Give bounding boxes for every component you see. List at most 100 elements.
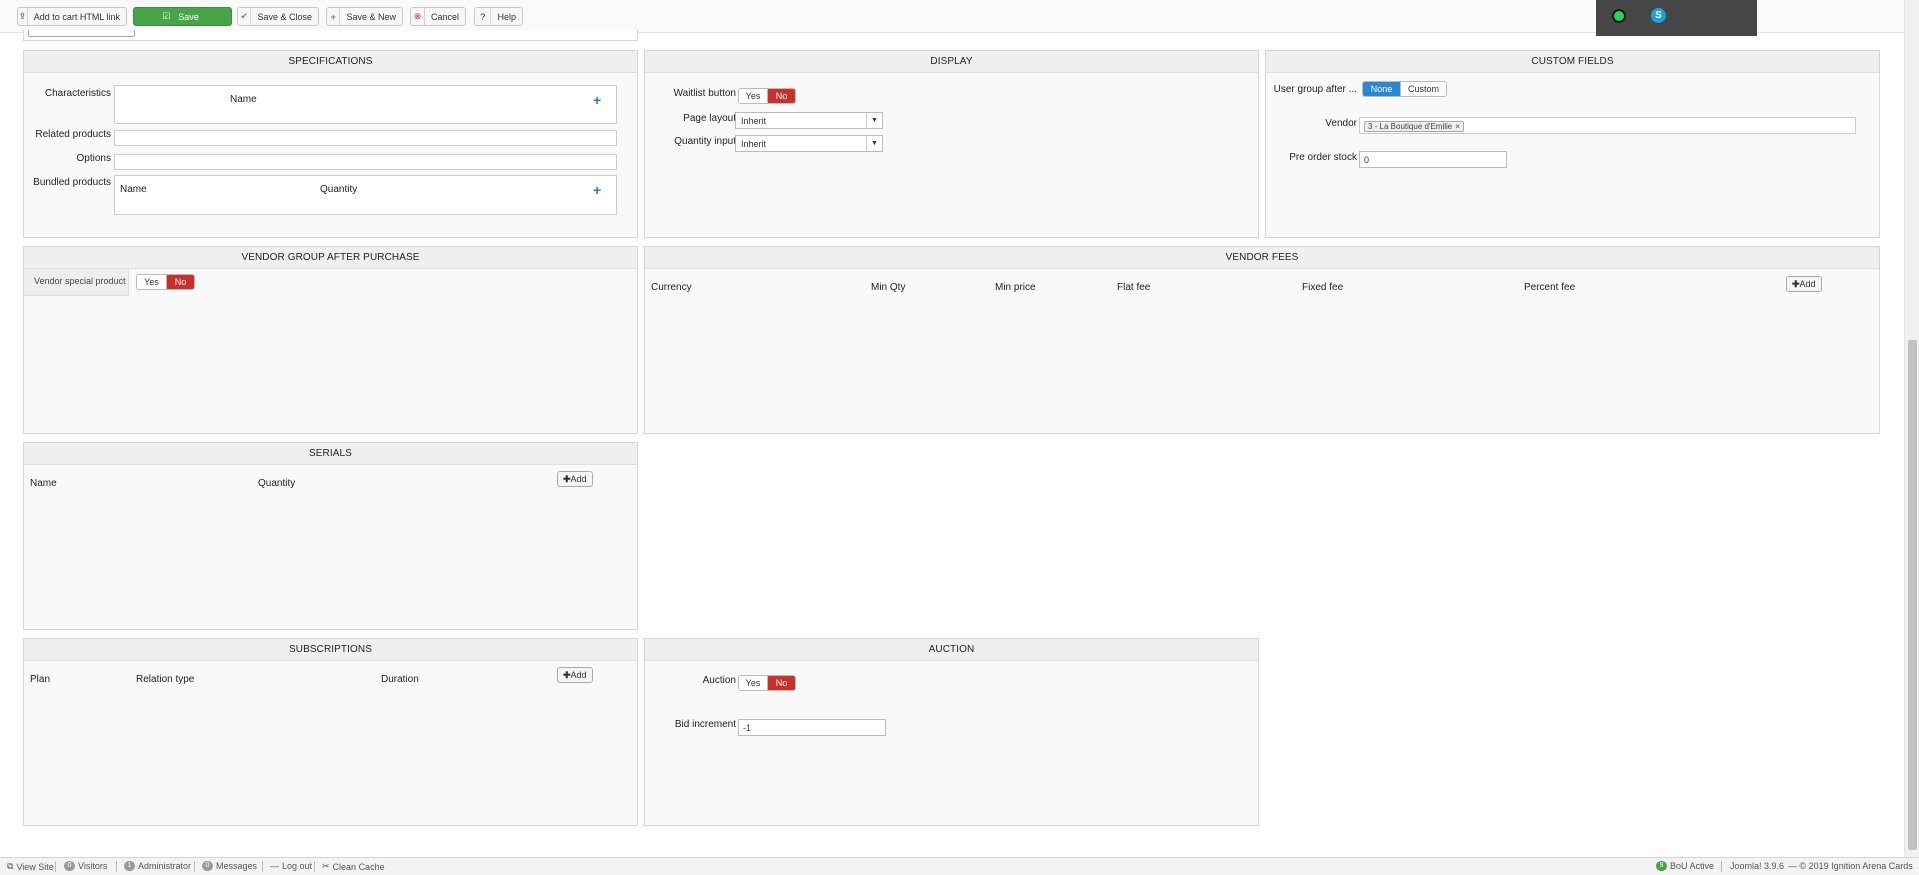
vendor-fees-add-button[interactable]: ✚ Add: [1786, 276, 1822, 292]
vendor-tag: 3 - La Boutique d'Emilie ×: [1364, 121, 1464, 132]
options-label: Options: [76, 153, 111, 164]
vendor-group-panel: VENDOR GROUP AFTER PURCHASE Vendor speci…: [23, 246, 638, 434]
characteristics-col-name: Name: [230, 94, 257, 105]
cloud-icon[interactable]: [1612, 9, 1626, 23]
user-group-label: User group after ...: [1273, 84, 1357, 95]
subscriptions-add-button[interactable]: ✚ Add: [557, 667, 593, 683]
auction-panel: AUCTION Auction Yes No Bid increment -1: [644, 638, 1259, 826]
vendor-fees-col-percent-fee: Percent fee: [1524, 282, 1576, 293]
extension-tray: S: [1596, 0, 1757, 36]
divider: [262, 861, 263, 872]
specifications-title: SPECIFICATIONS: [24, 51, 637, 73]
view-site-link[interactable]: ⧉ View Site: [7, 861, 54, 872]
quantity-input-select[interactable]: Inherit ▼: [735, 135, 883, 152]
save-close-button[interactable]: ✔ Save & Close: [237, 7, 319, 26]
chevron-down-icon: ▼: [866, 113, 882, 128]
vendor-fees-col-currency: Currency: [651, 282, 692, 293]
waitlist-yes[interactable]: Yes: [739, 89, 768, 103]
messages-link[interactable]: 0 Messages: [202, 861, 257, 871]
vendor-special-toggle: Yes No: [136, 274, 195, 290]
plus-icon: ✚: [563, 669, 571, 680]
vendor-special-no[interactable]: No: [167, 275, 194, 289]
logout-link[interactable]: — Log out: [270, 861, 312, 871]
vendor-select[interactable]: 3 - La Boutique d'Emilie ×: [1359, 117, 1856, 134]
custom-fields-title: CUSTOM FIELDS: [1266, 51, 1879, 73]
vendor-fees-title: VENDOR FEES: [645, 247, 1879, 269]
subscriptions-col-plan: Plan: [30, 674, 51, 685]
bou-active-status[interactable]: 9 BoU Active: [1656, 861, 1714, 871]
auction-label: Auction: [702, 675, 736, 686]
subscriptions-col-relation: Relation type: [136, 674, 195, 685]
minus-icon: —: [270, 861, 279, 871]
divider: [1721, 861, 1722, 872]
vendor-fees-col-fixed-fee: Fixed fee: [1302, 282, 1344, 293]
characteristics-label: Characteristics: [44, 88, 111, 99]
characteristics-table: Name +: [114, 85, 617, 124]
wrench-icon: ✂: [322, 861, 330, 871]
help-question-icon: ?: [475, 8, 492, 25]
user-group-toggle: None Custom: [1362, 81, 1447, 97]
serials-col-quantity: Quantity: [258, 478, 296, 489]
visitors-link[interactable]: 0 Visitors: [64, 861, 107, 871]
page-scrollbar[interactable]: [1904, 0, 1919, 857]
vendor-special-label-cell: Vendor special product: [24, 269, 129, 296]
add-to-cart-link-button[interactable]: ⇪ Add to cart HTML link: [17, 7, 127, 26]
auction-no[interactable]: No: [768, 676, 795, 690]
display-title: DISPLAY: [645, 51, 1258, 73]
user-group-none[interactable]: None: [1363, 82, 1400, 96]
specifications-panel: SPECIFICATIONS Characteristics Name + Re…: [23, 50, 638, 238]
add-bundled-plus-icon[interactable]: +: [593, 183, 601, 197]
bundled-products-label: Bundled products: [33, 177, 111, 188]
vendor-fees-panel: VENDOR FEES Currency Min Qty Min price F…: [644, 246, 1880, 434]
auction-yes[interactable]: Yes: [739, 676, 768, 690]
waitlist-no[interactable]: No: [768, 89, 795, 103]
vendor-fees-col-min-price: Min price: [995, 282, 1036, 293]
serials-panel: SERIALS Name Quantity ✚ Add: [23, 442, 638, 630]
divider: [116, 861, 117, 872]
waitlist-label: Waitlist button: [673, 88, 736, 99]
options-input[interactable]: [114, 154, 617, 170]
related-products-input[interactable]: [114, 130, 617, 146]
waitlist-toggle: Yes No: [738, 88, 796, 104]
save-new-button[interactable]: + Save & New: [326, 7, 403, 26]
page-layout-value: Inherit: [741, 115, 767, 126]
quantity-input-label: Quantity input: [674, 136, 736, 147]
plus-icon: ✚: [563, 473, 571, 484]
subscriptions-col-duration: Duration: [381, 674, 419, 685]
user-group-custom[interactable]: Custom: [1400, 82, 1446, 96]
plus-icon: ✚: [1792, 278, 1800, 289]
upload-icon: ⇪: [18, 8, 28, 25]
bid-increment-label: Bid increment: [674, 719, 736, 730]
custom-fields-panel: CUSTOM FIELDS User group after ... None …: [1265, 50, 1880, 238]
subscriptions-panel: SUBSCRIPTIONS Plan Relation type Duratio…: [23, 638, 638, 826]
vendor-label: Vendor: [1325, 118, 1357, 129]
clean-cache-link[interactable]: ✂ Clean Cache: [322, 861, 385, 872]
bundled-col-name: Name: [120, 184, 147, 195]
scrollbar-thumb[interactable]: [1908, 340, 1917, 850]
serials-title: SERIALS: [24, 443, 637, 465]
vendor-special-yes[interactable]: Yes: [137, 275, 167, 289]
cancel-button[interactable]: ⊗ Cancel: [410, 7, 466, 26]
administrator-link[interactable]: 1 Administrator: [124, 861, 191, 871]
vendor-special-label: Vendor special product: [34, 276, 126, 286]
skype-icon[interactable]: S: [1651, 8, 1666, 23]
page-layout-label: Page layout: [683, 113, 736, 124]
help-button[interactable]: ? Help: [474, 7, 523, 26]
serials-add-button[interactable]: ✚ Add: [557, 471, 593, 487]
serials-col-name: Name: [30, 478, 57, 489]
subscriptions-title: SUBSCRIPTIONS: [24, 639, 637, 661]
quantity-input-value: Inherit: [741, 138, 767, 149]
bid-increment-input[interactable]: -1: [738, 719, 886, 736]
pre-order-stock-input[interactable]: 0: [1359, 151, 1507, 168]
status-bar: ⧉ View Site 0 Visitors 1 Administrator 0…: [0, 857, 1919, 875]
chevron-down-icon: ▼: [866, 136, 882, 151]
page-layout-select[interactable]: Inherit ▼: [735, 112, 883, 129]
save-button[interactable]: ☑ Save: [133, 7, 232, 26]
save-check-icon: ☑: [162, 11, 171, 21]
close-icon[interactable]: ×: [1455, 122, 1460, 131]
joomla-version: Joomla! 3.9.6 — © 2019 Ignition Arena Ca…: [1730, 861, 1913, 871]
previous-field-remnant: [28, 30, 135, 37]
display-panel: DISPLAY Waitlist button Yes No Page layo…: [644, 50, 1259, 238]
add-characteristic-plus-icon[interactable]: +: [593, 93, 601, 107]
check-icon: ✔: [238, 8, 252, 25]
